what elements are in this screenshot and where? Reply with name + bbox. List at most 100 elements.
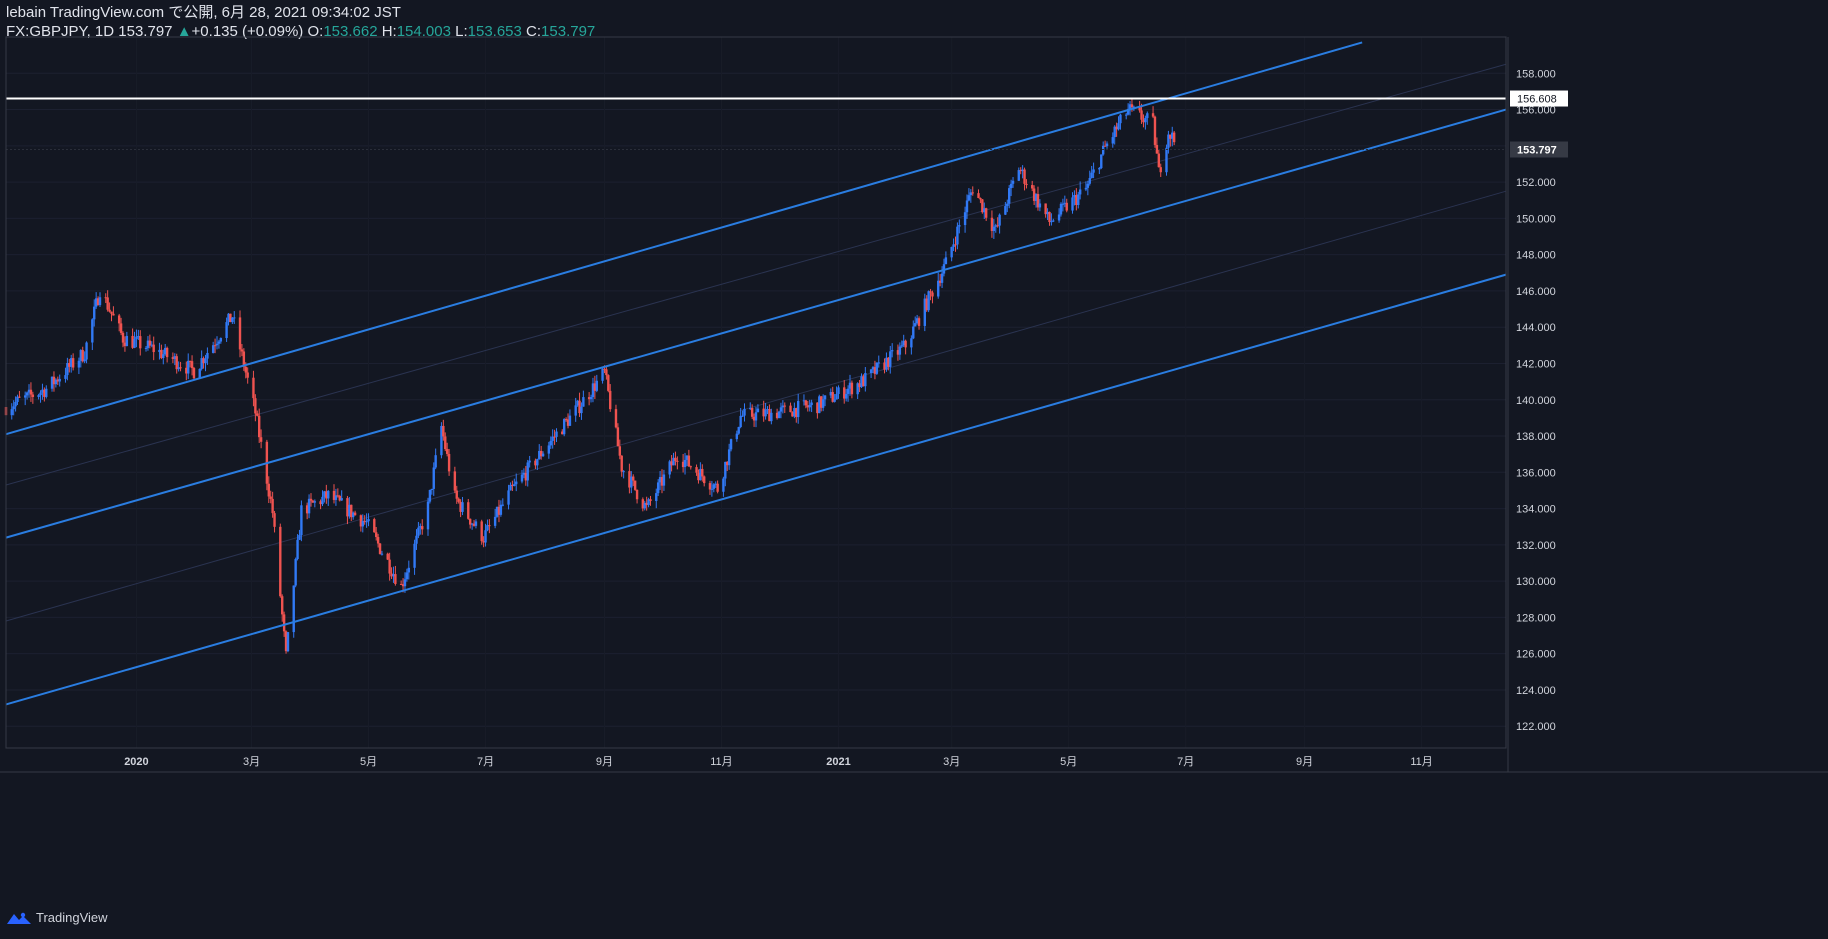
candle-body [1151,113,1155,117]
time-tick-label: 7月 [1177,756,1194,768]
time-tick-label: 2021 [826,756,850,768]
candle-body [298,535,301,540]
candle-body [112,313,115,316]
footer: TradingView [6,910,108,925]
candle-body [1130,104,1134,108]
candle-body [582,397,585,407]
candle-body [595,380,598,391]
horizontal-line [6,97,1506,151]
candle-body [501,504,505,506]
candle-body [810,402,813,406]
price-tick-label: 124.000 [1516,685,1556,697]
candle-body [417,527,420,536]
candle-body [904,340,907,348]
candle-body [373,519,376,533]
candle-body [1038,203,1042,208]
candle-body [837,387,840,394]
candle-body [1098,168,1101,170]
candle-body [175,356,178,370]
candle-body [1119,114,1122,124]
tradingview-logo-icon [7,912,31,924]
candle-body [233,317,236,319]
price-tick-label: 158.000 [1516,68,1556,80]
candle-body [737,426,740,434]
candle-body [1017,170,1020,181]
candle-body [783,405,786,407]
candle-body [1111,137,1114,144]
candle-body [286,632,290,652]
candle-body [256,413,259,416]
candle-body [616,427,620,447]
candle-body [453,471,457,491]
price-tick-label: 128.000 [1516,612,1556,624]
candle-body [117,315,121,324]
candle-body [206,352,209,359]
candle-body [281,596,284,615]
candle-body [217,341,221,344]
candle-body [165,347,169,358]
candle-body [1100,154,1103,169]
candle-body [447,453,451,472]
candle-body [956,226,959,245]
candle-body [743,408,746,416]
candle-body [1078,189,1082,195]
candle-body [954,244,957,246]
candle-body [375,532,378,538]
candle-body [656,482,660,494]
candle-body [14,401,17,407]
candle-body [296,539,299,559]
candle-body [365,521,368,523]
candle-body [442,425,445,437]
candle-body [898,346,902,355]
candle-body [695,467,698,473]
candle-body [1004,206,1007,215]
candle-body [727,449,731,466]
price-chart[interactable]: 122.000 124.000 126.000 128.000 130.000 132.0… [0,0,1828,939]
candle-body [889,351,892,367]
candle-body [467,502,470,519]
candle-body [428,489,432,502]
candle-body [219,338,223,342]
candle-body [367,519,370,522]
candle-body [1090,172,1093,178]
candle-body [910,338,913,348]
candle-body [187,360,190,374]
candle-body [526,462,529,481]
price-tick-label: 152.000 [1516,177,1556,189]
candle-body [1071,197,1074,211]
price-tick-label: 150.000 [1516,213,1556,225]
candle-body [1048,211,1051,223]
candle-body [1165,147,1168,173]
candle-body [403,579,407,587]
candle-body [445,449,449,454]
price-tick-label: 142.000 [1516,358,1556,370]
time-tick-label: 9月 [1296,756,1313,768]
candle-body [568,415,572,426]
candle-body [958,225,961,227]
candle-body [353,512,357,516]
candle-body [162,354,165,359]
candle-body [1153,116,1157,145]
candle-body [1092,169,1095,173]
candle-body [789,405,792,413]
candle-body [257,415,261,438]
candle-body [929,291,932,293]
time-tick-label: 3月 [943,756,960,768]
candle-body [712,484,716,489]
candle-body [1140,110,1143,120]
candle-body [804,400,808,406]
resistance-label: 156.608 [1517,94,1557,106]
candle-body [722,478,725,492]
candle-body [484,530,487,543]
candle-body [574,405,577,416]
candle-body [716,483,719,492]
candle-body [1025,183,1028,186]
candle-body [457,498,460,502]
candle-body [407,567,411,573]
price-tick-label: 136.000 [1516,467,1556,479]
candle-body [461,502,464,512]
candle-body [967,195,971,201]
candle-body [927,291,930,311]
candle-body [238,317,242,350]
candle-body [327,490,330,499]
